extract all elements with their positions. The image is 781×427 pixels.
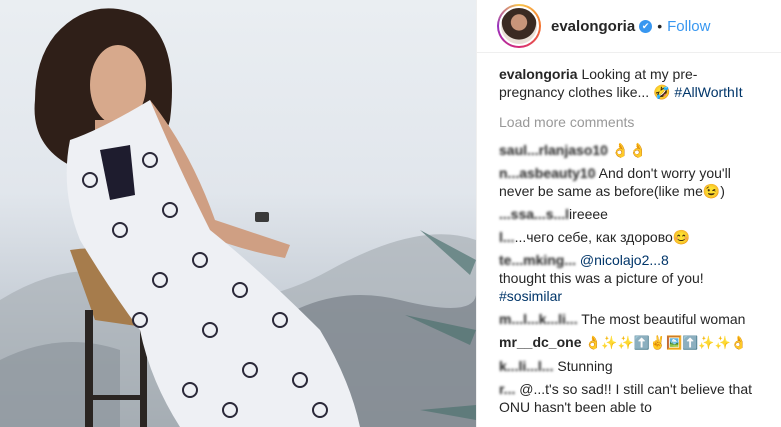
comment-item: m...l...k...li... The most beautiful wom… <box>499 310 760 328</box>
caption: evalongoria Looking at my pre-pregnancy … <box>499 65 760 101</box>
comment-username[interactable]: te...mking... <box>499 252 576 268</box>
comment-username[interactable]: saul...rlanjaso10 <box>499 142 608 158</box>
post-photo[interactable] <box>0 0 476 427</box>
comment-item: r... @...t's so sad!! I still can't beli… <box>499 380 760 416</box>
comment-username[interactable]: r... <box>499 381 515 397</box>
instagram-post: evalongoria ✔ • Follow evalongoria Looki… <box>0 0 781 427</box>
comment-text: ireeee <box>569 206 608 222</box>
comment-text: thought this was a picture of you! <box>499 270 704 286</box>
comment-item: te...mking... @nicolajo2...8 thought this… <box>499 251 760 305</box>
follow-button[interactable]: Follow <box>667 18 710 35</box>
caption-hashtag[interactable]: #AllWorthIt <box>674 84 742 100</box>
comment-text: @...t's so sad!! I still can't believe t… <box>499 381 753 415</box>
comment-item: saul...rlanjaso10 👌👌 <box>499 141 760 159</box>
separator-dot: • <box>657 18 663 34</box>
comment-username[interactable]: ...ssa...s...l <box>499 206 569 222</box>
comment-text: Stunning <box>553 358 613 374</box>
comment-item: mr__dc_one 👌✨✨⬆️✌️🖼️⬆️✨✨👌 <box>499 333 760 352</box>
comment-item: l......чего себе, как здорово😊 <box>499 228 760 246</box>
comment-username[interactable]: n...asbeauty10 <box>499 165 596 181</box>
avatar[interactable] <box>497 4 541 48</box>
post-image <box>0 8 476 427</box>
comment-username[interactable]: mr__dc_one <box>499 334 581 350</box>
comment-text: 👌✨✨⬆️✌️🖼️⬆️✨✨👌 <box>581 335 747 350</box>
header-username[interactable]: evalongoria <box>551 18 635 35</box>
comment-text: ...чего себе, как здорово😊 <box>514 229 691 245</box>
verified-badge-icon: ✔ <box>639 19 653 33</box>
post-sidebar: evalongoria ✔ • Follow evalongoria Looki… <box>476 0 781 427</box>
post-header: evalongoria ✔ • Follow <box>477 0 781 53</box>
comment-mention[interactable]: @nicolajo2...8 <box>576 252 669 268</box>
comment-username[interactable]: k...li...l... <box>499 358 553 374</box>
comments-list: evalongoria Looking at my pre-pregnancy … <box>477 53 760 416</box>
caption-username[interactable]: evalongoria <box>499 66 578 82</box>
load-more-comments-button[interactable]: Load more comments <box>499 113 760 131</box>
comment-item: ...ssa...s...lireeee <box>499 205 760 223</box>
comment-text: 👌👌 <box>607 142 647 158</box>
comment-text: The most beautiful woman <box>577 311 746 327</box>
comment-username[interactable]: m...l...k...li... <box>499 311 578 327</box>
comment-item: k...li...l... Stunning <box>499 357 760 375</box>
comment-username[interactable]: l... <box>499 229 515 245</box>
comment-item: n...asbeauty10 And don't worry you'll ne… <box>499 164 760 200</box>
comment-hashtag[interactable]: #sosimilar <box>499 288 562 304</box>
